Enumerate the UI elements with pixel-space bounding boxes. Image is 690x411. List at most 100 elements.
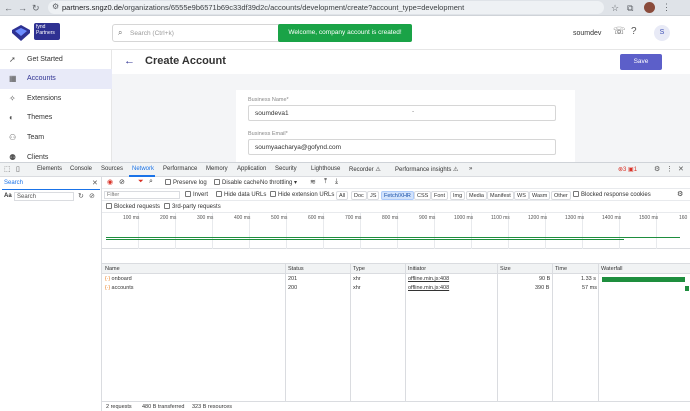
bookmark-icon[interactable]: ☆	[611, 2, 619, 14]
clear-log-icon[interactable]: ⊘	[119, 178, 125, 186]
table-row[interactable]: {·} onboard 201 xhr offline.min.js:408 9…	[102, 275, 690, 284]
back-arrow-icon[interactable]: ←	[124, 55, 135, 67]
type-filter-media[interactable]: Media	[466, 190, 487, 200]
type-filter-wasm[interactable]: Wasm	[529, 190, 551, 200]
settings-gear-icon[interactable]: ⚙	[654, 165, 660, 173]
disable-cache-checkbox[interactable]: Disable cache	[214, 179, 260, 186]
support-icon[interactable]: ☏	[613, 26, 626, 37]
type-filter-js[interactable]: JS	[367, 190, 380, 200]
tab-console[interactable]: Console	[70, 166, 92, 172]
hide-data-urls-checkbox[interactable]: Hide data URLs	[216, 191, 266, 198]
error-warning-badge[interactable]: ⊗3 ▣1	[618, 166, 637, 173]
close-search-icon[interactable]: ✕	[92, 179, 98, 187]
site-info-icon[interactable]: ⚙	[52, 2, 59, 11]
type-filter-other[interactable]: Other	[551, 190, 571, 200]
device-toolbar-icon[interactable]: ▯	[16, 165, 20, 173]
timeline-tick: 160	[679, 215, 688, 221]
reload-icon[interactable]: ↻	[32, 2, 40, 14]
devtools-search-input[interactable]: Search	[14, 192, 74, 201]
tab-performance[interactable]: Performance	[163, 166, 197, 172]
search-network-icon[interactable]: ⌕	[149, 178, 153, 186]
network-settings-icon[interactable]: ⚙	[677, 190, 683, 198]
request-name-cell: {·} accounts	[105, 285, 134, 291]
tab-elements[interactable]: Elements	[37, 166, 62, 172]
type-filter-all[interactable]: All	[336, 190, 349, 200]
clear-search-icon[interactable]: ⊘	[89, 192, 95, 200]
throttling-value: No throttling	[260, 180, 293, 186]
column-waterfall[interactable]: Waterfall	[601, 266, 623, 272]
preserve-log-checkbox[interactable]: Preserve log	[165, 179, 207, 186]
match-case-toggle[interactable]: Aa	[4, 193, 12, 199]
network-overview-timeline[interactable]: 100 ms 200 ms 300 ms 400 ms 500 ms 600 m…	[102, 213, 690, 249]
waterfall-bar	[685, 286, 689, 291]
sidebar-item-themes[interactable]: ◐ Themes	[0, 108, 112, 128]
table-row[interactable]: {·} accounts 200 xhr offline.min.js:408 …	[102, 284, 690, 293]
throttling-select[interactable]: No throttling ▾	[260, 179, 297, 186]
search-tab[interactable]: Search	[4, 180, 23, 186]
network-conditions-icon[interactable]: ≋	[310, 178, 316, 186]
record-icon[interactable]: ◉	[107, 178, 113, 186]
type-cell: xhr	[353, 276, 361, 282]
inspect-element-icon[interactable]: ⬚	[4, 165, 11, 173]
third-party-checkbox[interactable]: 3rd-party requests	[164, 203, 221, 210]
close-devtools-icon[interactable]: ✕	[678, 165, 684, 173]
back-icon[interactable]: ←	[4, 2, 13, 14]
tab-performance-insights[interactable]: Performance insights ⚠	[395, 166, 458, 173]
help-icon[interactable]: ?	[631, 26, 637, 37]
sidebar-item-accounts[interactable]: ▦ Accounts	[0, 69, 112, 89]
filter-icon[interactable]: ⏷	[138, 178, 144, 186]
username[interactable]: soumdev	[573, 30, 601, 37]
hide-extension-urls-checkbox[interactable]: Hide extension URLs	[270, 191, 334, 198]
column-time[interactable]: Time	[555, 266, 567, 272]
save-button[interactable]: Save	[620, 54, 662, 70]
business-name-field[interactable]: soumdeva1 ᐧ	[248, 105, 556, 121]
type-filter-img[interactable]: Img	[450, 190, 466, 200]
tab-security[interactable]: Security	[275, 166, 297, 172]
blocked-response-cookies-checkbox[interactable]: Blocked response cookies	[573, 191, 651, 198]
tab-application[interactable]: Application	[237, 166, 266, 172]
tab-memory[interactable]: Memory	[206, 166, 228, 172]
profile-avatar[interactable]	[644, 2, 655, 13]
type-filter-fetch-xhr[interactable]: Fetch/XHR	[381, 190, 414, 200]
hide-extension-urls-label: Hide extension URLs	[278, 192, 335, 198]
tab-network[interactable]: Network	[132, 166, 154, 172]
accounts-icon: ▦	[9, 74, 17, 83]
address-bar[interactable]: ⚙ partners.sngz0.de/organizations/6555e9…	[48, 1, 604, 14]
type-filter-ws[interactable]: WS	[514, 190, 529, 200]
error-count: 3	[623, 167, 627, 173]
import-har-icon[interactable]: ⤒	[324, 178, 327, 186]
tab-recorder[interactable]: Recorder ⚠	[349, 166, 381, 173]
column-type[interactable]: Type	[353, 266, 365, 272]
filter-input[interactable]: Filter	[104, 191, 180, 199]
blocked-requests-checkbox[interactable]: Blocked requests	[106, 203, 160, 210]
business-email-field[interactable]: soumyaacharya@gofynd.com	[248, 139, 556, 155]
refresh-search-icon[interactable]: ↻	[78, 192, 84, 200]
sidebar-item-label: Get Started	[27, 56, 63, 63]
invert-checkbox[interactable]: Invert	[185, 191, 208, 198]
more-tabs-icon[interactable]: »	[469, 166, 472, 172]
column-size[interactable]: Size	[500, 266, 511, 272]
forward-icon[interactable]: →	[18, 2, 27, 14]
initiator-link[interactable]: offline.min.js:408	[408, 285, 449, 291]
tab-sources[interactable]: Sources	[101, 166, 123, 172]
devtools-more-icon[interactable]: ⋮	[666, 165, 673, 173]
sidebar-item-team[interactable]: ⚇ Team	[0, 128, 112, 148]
sidebar-item-extensions[interactable]: ✧ Extensions	[0, 89, 112, 109]
initiator-link[interactable]: offline.min.js:408	[408, 276, 449, 282]
avatar[interactable]: S	[654, 25, 670, 41]
column-status[interactable]: Status	[288, 266, 304, 272]
type-filter-manifest[interactable]: Manifest	[487, 190, 514, 200]
type-filter-font[interactable]: Font	[431, 190, 449, 200]
chrome-menu-icon[interactable]: ⋮	[662, 1, 671, 13]
export-har-icon[interactable]: ⤓	[335, 178, 338, 186]
type-filter-css[interactable]: CSS	[414, 190, 432, 200]
sidebar-item-get-started[interactable]: ➚ Get Started	[0, 50, 112, 70]
status-cell: 201	[288, 276, 298, 282]
column-name[interactable]: Name	[105, 266, 120, 272]
tab-lighthouse[interactable]: Lighthouse	[311, 166, 340, 172]
type-filter-doc[interactable]: Doc	[351, 190, 367, 200]
extensions-puzzle-icon[interactable]: ⧉	[627, 2, 633, 14]
column-initiator[interactable]: Initiator	[408, 266, 426, 272]
timeline-tick: 700 ms	[345, 215, 362, 221]
page-header: ← Create Account Save	[112, 50, 690, 74]
